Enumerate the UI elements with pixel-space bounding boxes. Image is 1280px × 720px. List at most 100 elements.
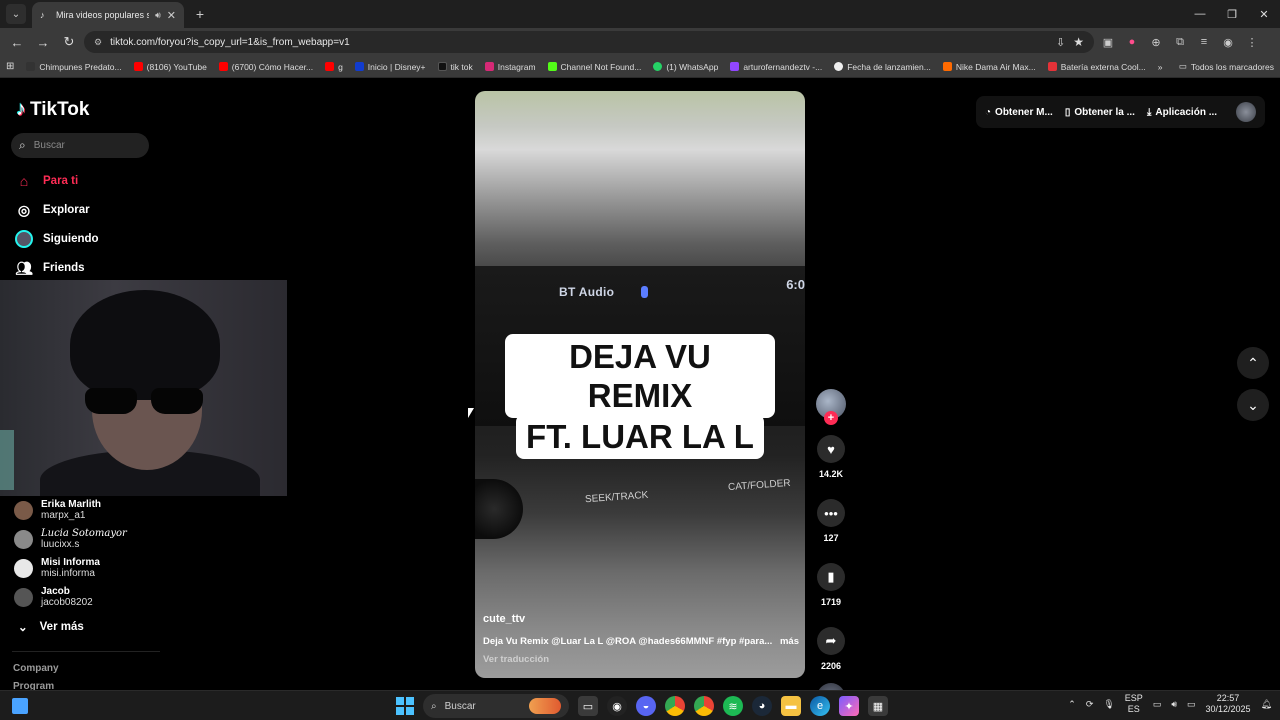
profile-avatar-icon[interactable]: ◉: [1218, 32, 1238, 52]
next-video-button[interactable]: ⌄: [1237, 389, 1269, 421]
taskbar-search[interactable]: ⌕ Buscar: [423, 694, 569, 718]
all-bookmarks-folder[interactable]: ▭ Todos los marcadores: [1179, 61, 1274, 72]
close-tab-icon[interactable]: ✕: [167, 9, 176, 22]
sync-icon[interactable]: ⟳: [1086, 699, 1094, 710]
restore-icon[interactable]: ❐: [1216, 0, 1248, 28]
chrome-profile-icon[interactable]: [694, 696, 714, 716]
volume-icon[interactable]: 🔊︎: [1171, 699, 1177, 710]
chrome-icon[interactable]: [665, 696, 685, 716]
tiktok-logo[interactable]: ♪ TikTok: [16, 98, 89, 121]
sidebar-item-friends[interactable]: 👥︎ Friends: [15, 259, 84, 277]
more-bookmarks-icon[interactable]: »: [1158, 62, 1163, 72]
store-icon[interactable]: ▦: [868, 696, 888, 716]
task-view-icon[interactable]: ▭: [578, 696, 598, 716]
music-disc[interactable]: [817, 683, 845, 690]
see-more-button[interactable]: ⌄ Ver más: [18, 620, 84, 634]
search-input[interactable]: ⌕ Buscar: [11, 133, 149, 158]
mouse-cursor: [468, 408, 474, 418]
sidebar-item-para-ti[interactable]: ⌂ Para ti: [15, 172, 78, 190]
reload-icon[interactable]: ↻: [58, 31, 80, 53]
translate-link[interactable]: Ver traducción: [483, 654, 549, 665]
share-button[interactable]: ➦: [817, 627, 845, 655]
edge-icon[interactable]: e: [810, 696, 830, 716]
video-actions: + ♥ 14.2K ••• 127 ▮ 1719 ➦ 2206: [815, 389, 847, 690]
desktop-app-button[interactable]: ⤓ Aplicación ...: [1147, 107, 1217, 118]
bookmark-item[interactable]: g: [325, 62, 343, 72]
bookmark-item[interactable]: Instagram: [484, 62, 536, 72]
sidebar-item-siguiendo[interactable]: Siguiendo: [15, 230, 99, 248]
start-button[interactable]: [396, 697, 414, 715]
extension-record-icon[interactable]: ●: [1122, 32, 1142, 52]
bookmark-item[interactable]: tik tok: [437, 62, 473, 72]
clock[interactable]: 22:57 30/12/2025: [1206, 693, 1251, 715]
file-explorer-icon[interactable]: ▬: [781, 696, 801, 716]
taskbar-search-placeholder: Buscar: [444, 700, 476, 712]
extension-plus-icon[interactable]: ⊕: [1146, 32, 1166, 52]
spotify-icon[interactable]: ≋: [723, 696, 743, 716]
following-account[interactable]: Misi Informa misi.informa: [14, 557, 100, 579]
copilot-icon[interactable]: ✦: [839, 696, 859, 716]
menu-icon[interactable]: ⋮: [1242, 32, 1262, 52]
time-text: 22:57: [1216, 693, 1240, 703]
forward-icon[interactable]: →: [32, 31, 54, 53]
video-author[interactable]: cute_ttv: [483, 613, 525, 625]
video-player[interactable]: BT Audio 6:0 SEEK/TRACK CAT/FOLDER DEJA …: [475, 91, 805, 678]
following-account[interactable]: Erika Marlith marpx_a1: [14, 499, 101, 521]
save-button[interactable]: ▮: [817, 563, 845, 591]
footer-link-company[interactable]: Company: [13, 663, 59, 674]
back-icon[interactable]: ←: [6, 31, 28, 53]
bookmark-item[interactable]: arturofernandeztv -...: [730, 62, 822, 72]
get-coins-button[interactable]: ◔ Obtener M...: [985, 107, 1053, 118]
display-icon[interactable]: ▭: [1153, 699, 1162, 710]
bookmark-item[interactable]: Inicio | Disney+: [354, 62, 426, 72]
footer-link-program[interactable]: Program: [13, 681, 54, 690]
like-button[interactable]: ♥: [817, 435, 845, 463]
bookmark-item[interactable]: (6700) Cómo Hacer...: [218, 62, 313, 72]
bookmark-item[interactable]: Batería externa Cool...: [1047, 62, 1146, 72]
profile-avatar[interactable]: [1236, 102, 1256, 122]
sidebar-item-explorar[interactable]: ◎ Explorar: [15, 201, 90, 219]
bookmark-item[interactable]: Chimpunes Predato...: [26, 62, 122, 72]
minimize-icon[interactable]: —: [1184, 0, 1216, 28]
speaker-icon[interactable]: 🔊︎: [155, 10, 161, 21]
steam-icon[interactable]: ◕: [752, 696, 772, 716]
creator-avatar[interactable]: +: [816, 389, 846, 425]
bookmark-item[interactable]: (1) WhatsApp: [653, 62, 718, 72]
site-info-icon[interactable]: ⚙︎: [94, 37, 102, 48]
battery-icon[interactable]: ▭: [1187, 699, 1196, 710]
obs-icon[interactable]: ◉: [607, 696, 627, 716]
bookmark-item[interactable]: Fecha de lanzamien...: [834, 62, 931, 72]
following-account[interactable]: Jacob jacob08202: [14, 586, 93, 608]
extensions-puzzle-icon[interactable]: ⧉: [1170, 32, 1190, 52]
show-hidden-icons[interactable]: ⌃: [1068, 699, 1076, 710]
like-count: 14.2K: [818, 469, 844, 479]
install-app-icon[interactable]: ⇩: [1056, 36, 1065, 49]
tab-search-button[interactable]: ⌄: [6, 4, 26, 24]
get-app-button[interactable]: ▯ Obtener la ...: [1065, 107, 1135, 118]
bookmark-item[interactable]: (8106) YouTube: [133, 62, 207, 72]
tiktok-icon: ♪: [40, 10, 45, 20]
comment-button[interactable]: •••: [817, 499, 845, 527]
desktop-app-label: Aplicación ...: [1155, 106, 1218, 118]
notification-icon[interactable]: 🔔︎: [1261, 699, 1272, 710]
microphone-icon[interactable]: 🎙︎: [1103, 699, 1114, 710]
apps-grid-icon[interactable]: ⊞: [6, 61, 14, 72]
bookmark-star-icon[interactable]: ★: [1073, 35, 1084, 49]
bookmark-item[interactable]: Channel Not Found...: [547, 62, 641, 72]
sidebar-item-label: Siguiendo: [43, 233, 99, 245]
discord-icon[interactable]: ◒: [636, 696, 656, 716]
language-indicator[interactable]: ESP ES: [1125, 693, 1143, 715]
new-tab-button[interactable]: +: [188, 2, 212, 26]
address-bar[interactable]: ⚙︎ tiktok.com/foryou?is_copy_url=1&is_fr…: [84, 31, 1094, 53]
more-link[interactable]: más: [780, 636, 799, 647]
following-account[interactable]: Lucia Sotomayor luucixx.s: [14, 528, 127, 550]
bookmark-item[interactable]: Nike Dama Air Max...: [942, 62, 1036, 72]
previous-video-button[interactable]: ⌃: [1237, 347, 1269, 379]
close-window-icon[interactable]: ✕: [1248, 0, 1280, 28]
follow-plus-icon[interactable]: +: [824, 411, 838, 425]
browser-tab-tiktok[interactable]: ♪ Mira videos populares selec 🔊︎ ✕: [32, 2, 184, 28]
media-control-icon[interactable]: ≡: [1194, 32, 1214, 52]
extension-icon[interactable]: ▣: [1098, 32, 1118, 52]
account-name: Misi Informa: [41, 557, 100, 568]
widgets-icon[interactable]: [12, 698, 28, 714]
